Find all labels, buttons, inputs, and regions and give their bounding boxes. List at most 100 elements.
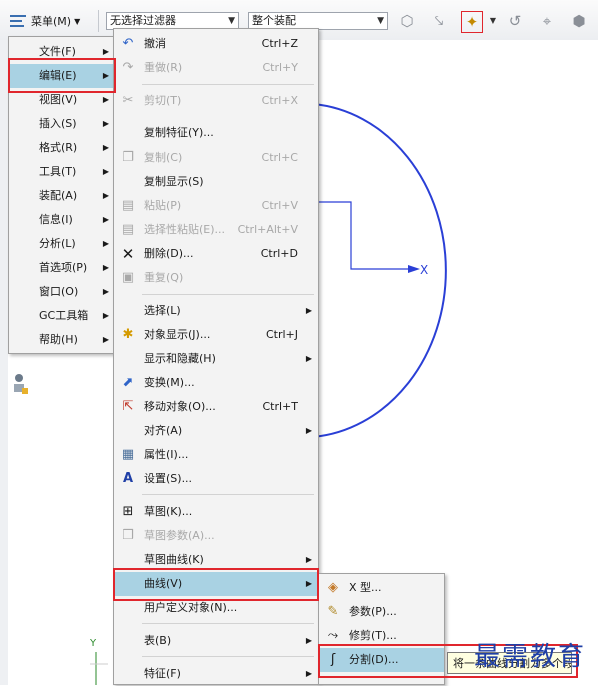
submenu-arrow-icon: ▶ xyxy=(102,119,109,128)
submenu-arrow-icon: ▶ xyxy=(102,287,109,296)
main-menu: 文件(F) ▶ 编辑(E) ▶ 视图(V) ▶ 插入(S) ▶ 格式(R) ▶ 工具(T)… xyxy=(8,36,115,354)
edit-item-shortcut: Ctrl+J xyxy=(265,328,298,341)
divide-curve-icon: ʃ xyxy=(330,652,336,667)
edit-item-cut[interactable]: ✂ 剪切(T) Ctrl+X xyxy=(114,89,318,113)
edit-item-sketch-parameters[interactable]: ❒ 草图参数(A)... xyxy=(114,524,318,548)
edit-item-settings[interactable]: A 设置(S)... xyxy=(114,467,318,491)
edit-item-select[interactable]: 选择(L) ▶ xyxy=(114,299,318,323)
role-icon[interactable] xyxy=(10,372,30,396)
curve-item-label: 参数(P)... xyxy=(349,605,397,618)
edit-item-label: 选择性粘贴(E)... xyxy=(144,223,226,236)
curve-item-parameters[interactable]: ✎ 参数(P)... xyxy=(319,600,444,624)
edit-item-show-hide[interactable]: 显示和隐藏(H) ▶ xyxy=(114,347,318,371)
select-filter-icon[interactable]: ✦ xyxy=(461,11,483,33)
edit-item-move-object[interactable]: ⇱ 移动对象(O)... Ctrl+T xyxy=(114,395,318,419)
filter-arrow-icon[interactable]: ⤥ xyxy=(428,10,450,32)
edit-item-feature[interactable]: 特征(F) ▶ xyxy=(114,662,318,686)
main-menu-item-label: 编辑(E) xyxy=(39,69,77,82)
toolbar-separator xyxy=(98,10,99,32)
selection-filter-value: 无选择过滤器 xyxy=(110,14,176,27)
menu-icon xyxy=(10,12,28,30)
edit-item-label: 显示和隐藏(H) xyxy=(144,352,216,365)
edit-item-sketch-curve[interactable]: 草图曲线(K) ▶ xyxy=(114,548,318,572)
submenu-arrow-icon: ▶ xyxy=(102,215,109,224)
edit-item-properties[interactable]: ▦ 属性(I)... xyxy=(114,443,318,467)
submenu-arrow-icon: ▶ xyxy=(102,95,109,104)
submenu-arrow-icon: ▶ xyxy=(102,311,109,320)
edit-item-label: 用户定义对象(N)... xyxy=(144,601,238,614)
edit-item-copy-feature[interactable]: 复制特征(Y)... xyxy=(114,121,318,145)
scissors-icon: ✂ xyxy=(122,93,134,108)
main-menu-item-label: 首选项(P) xyxy=(39,261,88,274)
main-menu-item-view[interactable]: 视图(V) ▶ xyxy=(9,88,114,112)
edit-item-label: 表(B) xyxy=(144,634,172,647)
parameters-icon: ✎ xyxy=(327,604,339,619)
edit-item-copy[interactable]: ❐ 复制(C) Ctrl+C xyxy=(114,146,318,170)
chevron-down-icon[interactable]: ▼ xyxy=(482,10,504,32)
edit-item-label: 撤消 xyxy=(144,37,166,50)
edit-item-shortcut: Ctrl+T xyxy=(262,400,298,413)
submenu-arrow-icon: ▶ xyxy=(102,47,109,56)
undo-icon: ↶ xyxy=(122,36,134,51)
repeat-icon: ▣ xyxy=(121,270,135,285)
edit-item-label: 变换(M)... xyxy=(144,376,195,389)
edit-item-paste[interactable]: ▤ 粘贴(P) Ctrl+V xyxy=(114,194,318,218)
edit-item-delete[interactable]: ✕ 删除(D)... Ctrl+D xyxy=(114,242,318,266)
edit-submenu: ↶ 撤消 Ctrl+Z ↷ 重做(R) Ctrl+Y ✂ 剪切(T) Ctrl+… xyxy=(113,28,319,685)
edit-item-repeat[interactable]: ▣ 重复(Q) xyxy=(114,266,318,290)
main-menu-item-help[interactable]: 帮助(H) ▶ xyxy=(9,328,114,352)
main-menu-item-info[interactable]: 信息(I) ▶ xyxy=(9,208,114,232)
main-menu-item-insert[interactable]: 插入(S) ▶ xyxy=(9,112,114,136)
edit-item-paste-special[interactable]: ▤ 选择性粘贴(E)... Ctrl+Alt+V xyxy=(114,218,318,242)
edit-item-transform[interactable]: ⬈ 变换(M)... xyxy=(114,371,318,395)
curve-item-divide[interactable]: ʃ 分割(D)... xyxy=(319,648,444,672)
sketch-icon: ⊞ xyxy=(122,504,134,519)
trim-curve-icon: ⤳ xyxy=(327,628,339,643)
edit-item-align[interactable]: 对齐(A) ▶ xyxy=(114,419,318,443)
menu-button[interactable]: 菜单(M) ▼ xyxy=(6,8,96,34)
submenu-arrow-icon: ▶ xyxy=(305,555,312,564)
edit-item-undo[interactable]: ↶ 撤消 Ctrl+Z xyxy=(114,32,318,56)
snap-arc-icon[interactable]: ↺ xyxy=(504,10,526,32)
properties-icon: ▦ xyxy=(121,447,135,462)
edit-item-label: 对象显示(J)... xyxy=(144,328,211,341)
main-menu-item-edit[interactable]: 编辑(E) ▶ xyxy=(9,64,114,88)
main-menu-item-analysis[interactable]: 分析(L) ▶ xyxy=(9,232,114,256)
main-menu-item-format[interactable]: 格式(R) ▶ xyxy=(9,136,114,160)
main-menu-item-file[interactable]: 文件(F) ▶ xyxy=(9,40,114,64)
main-menu-item-tools[interactable]: 工具(T) ▶ xyxy=(9,160,114,184)
view-cube-icon[interactable]: ⬢ xyxy=(568,10,590,32)
paste-icon: ▤ xyxy=(121,198,135,213)
edit-item-object-display[interactable]: ✱ 对象显示(J)... Ctrl+J xyxy=(114,323,318,347)
chevron-down-icon: ▼ xyxy=(377,16,384,26)
submenu-arrow-icon: ▶ xyxy=(305,426,312,435)
edit-item-curve[interactable]: 曲线(V) ▶ xyxy=(114,572,318,596)
submenu-arrow-icon: ▶ xyxy=(305,579,312,588)
submenu-arrow-icon: ▶ xyxy=(102,71,109,80)
edit-item-label: 选择(L) xyxy=(144,304,181,317)
edit-item-table[interactable]: 表(B) ▶ xyxy=(114,629,318,653)
edit-item-user-defined-object[interactable]: 用户定义对象(N)... xyxy=(114,596,318,620)
main-menu-item-label: 信息(I) xyxy=(39,213,73,226)
edit-item-label: 草图参数(A)... xyxy=(144,529,215,542)
watermark-text: 最需教育 xyxy=(474,642,587,672)
x-type-curve-icon: ◈ xyxy=(328,580,338,595)
main-menu-item-window[interactable]: 窗口(O) ▶ xyxy=(9,280,114,304)
edit-item-copy-display[interactable]: 复制显示(S) xyxy=(114,170,318,194)
submenu-arrow-icon: ▶ xyxy=(102,239,109,248)
edit-item-shortcut: Ctrl+Z xyxy=(261,37,298,50)
edit-item-redo[interactable]: ↷ 重做(R) Ctrl+Y xyxy=(114,56,318,80)
main-menu-item-label: 工具(T) xyxy=(39,165,77,178)
curve-item-trim[interactable]: ⤳ 修剪(T)... xyxy=(319,624,444,648)
main-menu-item-assembly[interactable]: 装配(A) ▶ xyxy=(9,184,114,208)
edit-item-label: 设置(S)... xyxy=(144,472,193,485)
main-menu-item-preferences[interactable]: 首选项(P) ▶ xyxy=(9,256,114,280)
x-axis-label: X xyxy=(420,263,429,277)
x-axis-arrow-icon xyxy=(408,265,420,273)
snap-point-icon[interactable]: ⌖ xyxy=(536,10,558,32)
edit-item-sketch[interactable]: ⊞ 草图(K)... xyxy=(114,500,318,524)
filter-cube-icon[interactable]: ⬡ xyxy=(396,10,418,32)
curve-item-x-type[interactable]: ◈ X 型... xyxy=(319,576,444,600)
main-menu-item-label: 文件(F) xyxy=(39,45,76,58)
main-menu-item-gc-toolkit[interactable]: GC工具箱 ▶ xyxy=(9,304,114,328)
